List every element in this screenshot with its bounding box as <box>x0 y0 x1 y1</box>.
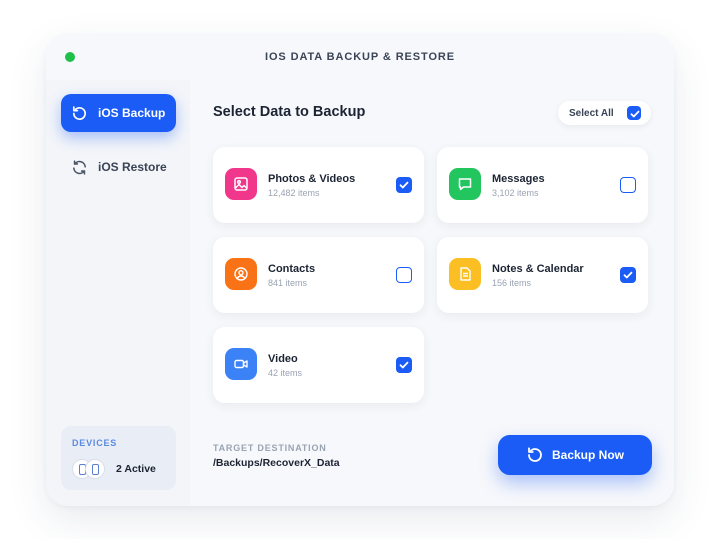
sync-icon <box>73 159 86 175</box>
select-all-label: Select All <box>569 107 614 119</box>
category-checkbox[interactable] <box>620 267 636 283</box>
sidebar-item-label: iOS Restore <box>98 160 167 174</box>
category-checkbox[interactable] <box>396 357 412 373</box>
category-card-contacts[interactable]: Contacts 841 items <box>213 237 424 313</box>
category-count: 42 items <box>268 368 303 378</box>
sidebar: iOS Backup iOS Restore DEVICES 2 Active <box>46 80 190 506</box>
page-title: Select Data to Backup <box>213 104 366 120</box>
user-icon <box>225 258 257 290</box>
phone-icon <box>85 459 105 479</box>
video-icon <box>225 348 257 380</box>
devices-card: DEVICES 2 Active <box>61 426 176 490</box>
category-name: Messages <box>492 173 545 185</box>
check-icon <box>630 110 640 118</box>
category-name: Notes & Calendar <box>492 263 584 275</box>
select-all-checkbox[interactable] <box>627 106 641 120</box>
category-card-messages[interactable]: Messages 3,102 items <box>437 147 648 223</box>
category-count: 156 items <box>492 278 532 288</box>
image-icon <box>225 168 257 200</box>
check-icon <box>399 361 409 369</box>
sidebar-item-label: iOS Backup <box>98 106 166 120</box>
device-icons <box>72 459 108 479</box>
sidebar-item-ios-backup[interactable]: iOS Backup <box>61 94 176 132</box>
category-count: 3,102 items <box>492 188 539 198</box>
sidebar-item-ios-restore[interactable]: iOS Restore <box>61 148 176 186</box>
check-icon <box>399 181 409 189</box>
category-name: Video <box>268 353 298 365</box>
target-destination-path: /Backups/RecoverX_Data <box>213 457 340 469</box>
category-checkbox[interactable] <box>620 177 636 193</box>
devices-title: DEVICES <box>72 438 118 448</box>
category-name: Photos & Videos <box>268 173 356 185</box>
app-window: IOS DATA BACKUP & RESTORE iOS Backup iOS… <box>46 34 674 506</box>
title-bar: IOS DATA BACKUP & RESTORE <box>46 34 674 80</box>
category-card-photos-videos[interactable]: Photos & Videos 12,482 items <box>213 147 424 223</box>
category-card-video[interactable]: Video 42 items <box>213 327 424 403</box>
target-destination-label: TARGET DESTINATION <box>213 443 327 453</box>
category-checkbox[interactable] <box>396 177 412 193</box>
category-card-notes-calendar[interactable]: Notes & Calendar 156 items <box>437 237 648 313</box>
backup-now-button[interactable]: Backup Now <box>498 435 652 475</box>
refresh-icon <box>528 447 542 462</box>
message-icon <box>449 168 481 200</box>
backup-now-label: Backup Now <box>551 448 624 462</box>
check-icon <box>623 271 633 279</box>
window-status-dot[interactable] <box>65 52 75 62</box>
category-name: Contacts <box>268 263 316 275</box>
category-checkbox[interactable] <box>396 267 412 283</box>
window-title: IOS DATA BACKUP & RESTORE <box>265 51 455 63</box>
category-count: 12,482 items <box>268 188 320 198</box>
note-icon <box>449 258 481 290</box>
category-count: 841 items <box>268 278 308 288</box>
select-all-toggle[interactable]: Select All <box>558 101 651 125</box>
devices-count: 2 Active <box>116 463 156 475</box>
refresh-icon <box>72 105 86 120</box>
